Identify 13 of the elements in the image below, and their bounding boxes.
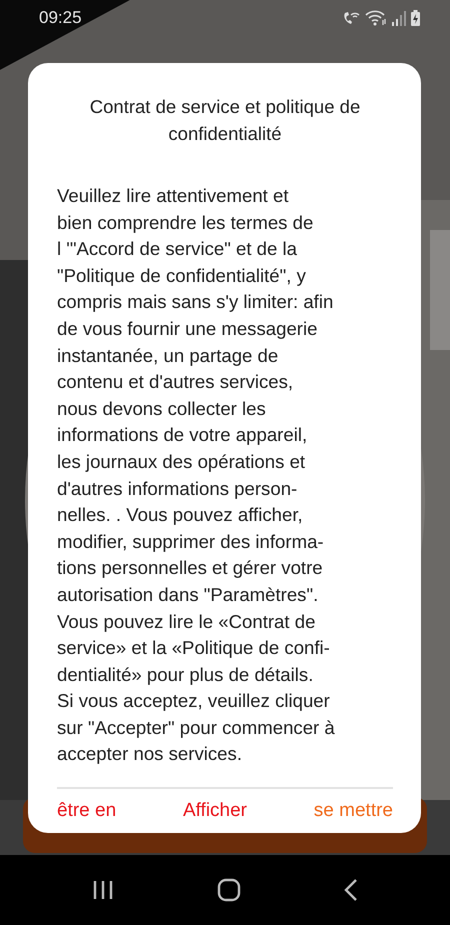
dialog-title: Contrat de service et politique de confidentialité <box>88 95 362 146</box>
dialog-button[interactable]: Afficher <box>182 800 248 822</box>
dialog-message: Veuillez lire attentivement et bien comprendre les termes de l '"Accord de service" et de la "Politique de confidentialité", y compris mais sans s'y limiter: afin de vous fournir une messagerie instantanée, un partage de contenu et d'autres services, nous devons collecter les informations de votre appareil, les journaux des opérations et d'autres informations person- nelles. . Vous pouvez afficher, modifier, supprimer des informa- tions personnelles et gérer votre autorisation dans "Paramètres". Vous pouvez lire le «Contrat de service» et la «Politique de confi- dentialité» pour plus de détails. Si vous acceptez, veuillez cliquer sur "Accepter" pour commencer à accepter nos services. <box>57 184 336 766</box>
battery-charging-icon <box>411 10 420 26</box>
home-icon[interactable] <box>216 878 241 902</box>
recents-icon[interactable] <box>92 880 114 900</box>
wifi-call-icon <box>342 10 360 26</box>
status-time: 09:25 <box>39 8 82 28</box>
signal-icon <box>392 10 406 26</box>
back-icon[interactable] <box>344 879 358 901</box>
dialog-button[interactable]: se mettre <box>314 800 393 822</box>
wifi-icon <box>365 10 387 26</box>
dialog-button[interactable]: être en <box>57 800 116 822</box>
